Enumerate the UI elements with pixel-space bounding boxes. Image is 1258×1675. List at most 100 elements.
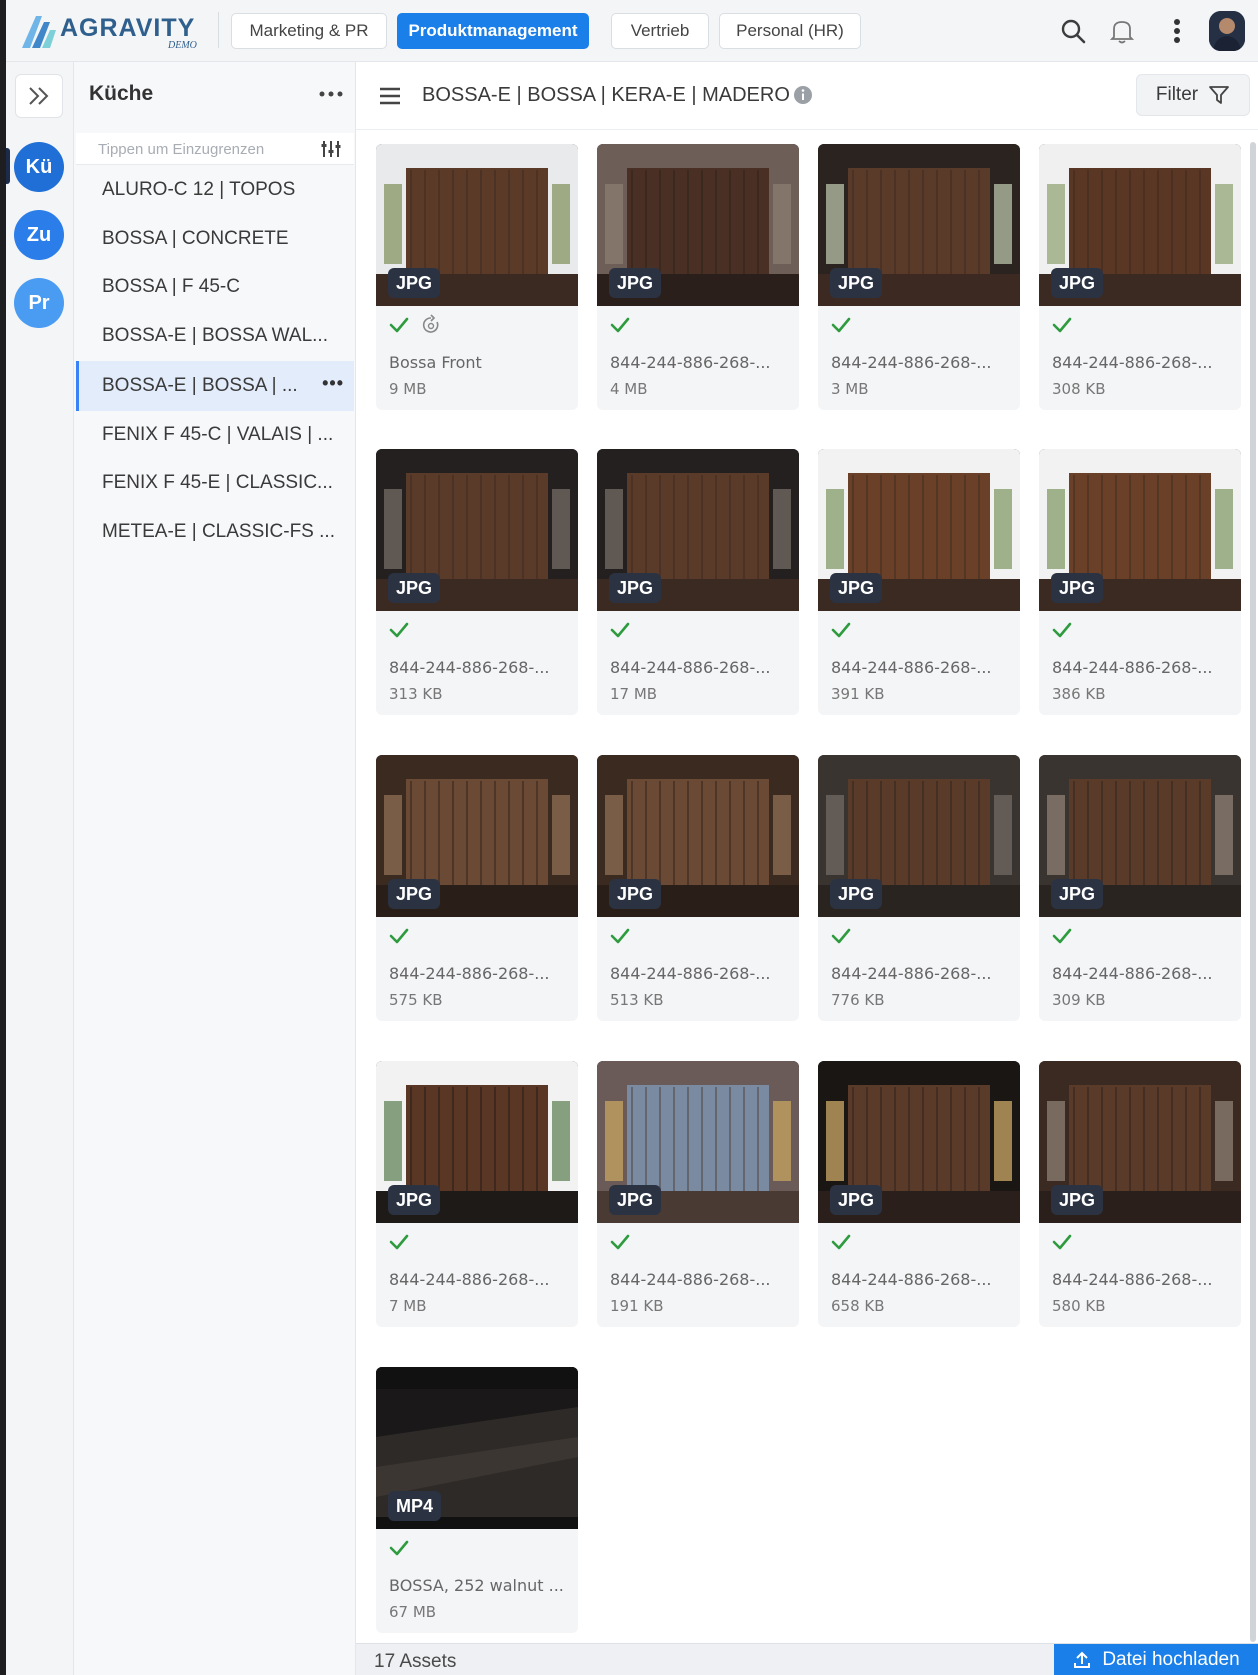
tab-vertrieb[interactable]: Vertrieb [611,13,709,49]
collection-item[interactable]: FENIX F 45-E | CLASSIC... [76,460,354,506]
collection-item[interactable]: BOSSA-E | BOSSA WAL... [76,313,354,359]
collection-filter-input[interactable] [76,133,316,165]
check-icon [388,1231,410,1253]
refresh-icon[interactable] [420,314,442,336]
asset-card[interactable]: JPG 844-244-886-268-... 513 KB [597,755,799,1021]
search-icon[interactable] [1056,14,1090,48]
collection-item[interactable]: FENIX F 45-C | VALAIS | ... [76,412,354,458]
collection-item[interactable]: ALURO-C 12 | TOPOS [76,167,354,213]
asset-grid: JPG Bossa Front 9 MB JPG 844-244-886-268-...… [356,130,1258,1675]
asset-thumbnail[interactable]: MP4 [376,1367,578,1529]
asset-thumbnail[interactable]: JPG [376,144,578,306]
kebab-menu-icon[interactable] [1166,14,1188,48]
check-icon [830,314,852,336]
asset-card[interactable]: MP4 BOSSA, 252 walnut ... 67 MB [376,1367,578,1633]
filter-button[interactable]: Filter [1136,74,1250,116]
collection-more-icon[interactable]: ••• [322,373,344,394]
workspace-kueche[interactable]: Kü [14,142,64,192]
asset-card[interactable]: JPG 844-244-886-268-... 309 KB [1039,755,1241,1021]
asset-thumbnail[interactable]: JPG [597,755,799,917]
asset-card[interactable]: JPG 844-244-886-268-... 658 KB [818,1061,1020,1327]
asset-card[interactable]: JPG 844-244-886-268-... 776 KB [818,755,1020,1021]
filter-label: Filter [1155,84,1199,105]
upload-button[interactable]: Datei hochladen [1054,1644,1258,1675]
asset-thumbnail[interactable]: JPG [376,449,578,611]
asset-thumbnail[interactable]: JPG [818,1061,1020,1223]
asset-thumbnail[interactable]: JPG [376,755,578,917]
asset-thumbnail[interactable]: JPG [1039,449,1241,611]
sliders-icon[interactable] [316,137,346,161]
file-type-badge: JPG [830,879,883,909]
info-icon[interactable] [792,84,814,106]
file-type-badge: JPG [388,268,441,298]
logo-text: AGRAVITY [60,14,196,42]
logo-mark-icon [22,16,56,48]
workspace-pr[interactable]: Pr [14,278,64,328]
asset-size: 776 KB [831,991,885,1009]
asset-card[interactable]: JPG 844-244-886-268-... 4 MB [597,144,799,410]
hamburger-menu-icon[interactable] [376,82,404,110]
asset-size: 3 MB [831,380,869,398]
file-type-badge: JPG [1051,268,1104,298]
panel-more-icon[interactable] [314,80,348,108]
upload-icon [1074,1651,1091,1668]
collection-item-label: BOSSA-E | BOSSA | ... [102,375,298,396]
user-avatar[interactable] [1209,11,1245,51]
asset-thumbnail[interactable]: JPG [818,755,1020,917]
top-bar: AGRAVITY DEMO Marketing & PR Produktmana… [6,0,1258,62]
check-icon [830,925,852,947]
tab-marketing-pr[interactable]: Marketing & PR [231,13,387,49]
asset-card[interactable]: JPG 844-244-886-268-... 391 KB [818,449,1020,715]
asset-card[interactable]: JPG 844-244-886-268-... 386 KB [1039,449,1241,715]
file-type-badge: JPG [830,1185,883,1215]
asset-card[interactable]: JPG 844-244-886-268-... 7 MB [376,1061,578,1327]
agravity-logo[interactable]: AGRAVITY DEMO [20,8,210,54]
asset-card[interactable]: JPG Bossa Front 9 MB [376,144,578,410]
asset-size: 513 KB [610,991,664,1009]
collection-item-selected[interactable]: BOSSA-E | BOSSA | ... ••• [76,361,354,411]
expand-sidebar-button[interactable] [15,74,63,118]
asset-thumbnail[interactable]: JPG [1039,144,1241,306]
collection-item[interactable]: BOSSA | CONCRETE [76,216,354,262]
asset-name: 844-244-886-268-... [831,658,992,677]
check-icon [830,619,852,641]
check-icon [388,314,410,336]
bell-icon[interactable] [1105,14,1139,48]
breadcrumb: BOSSA-E | BOSSA | KERA-E | MADERO [422,84,790,106]
tab-personal-hr[interactable]: Personal (HR) [719,13,861,49]
check-icon [1051,314,1073,336]
asset-thumbnail[interactable]: JPG [1039,1061,1241,1223]
workspace-zu[interactable]: Zu [14,210,64,260]
asset-thumbnail[interactable]: JPG [1039,755,1241,917]
collection-item[interactable]: METEA-E | CLASSIC-FS ... [76,509,354,555]
file-type-badge: JPG [388,879,441,909]
asset-name: 844-244-886-268-... [610,964,771,983]
collection-item[interactable]: BOSSA | F 45-C [76,264,354,310]
check-icon [1051,925,1073,947]
asset-size: 309 KB [1052,991,1106,1009]
asset-thumbnail[interactable]: JPG [818,144,1020,306]
asset-name: 844-244-886-268-... [1052,353,1213,372]
asset-thumbnail[interactable]: JPG [376,1061,578,1223]
tab-produktmanagement[interactable]: Produktmanagement [397,13,589,49]
asset-size: 191 KB [610,1297,664,1315]
asset-card[interactable]: JPG 844-244-886-268-... 313 KB [376,449,578,715]
asset-thumbnail[interactable]: JPG [818,449,1020,611]
asset-thumbnail[interactable]: JPG [597,144,799,306]
asset-card[interactable]: JPG 844-244-886-268-... 308 KB [1039,144,1241,410]
footer-bar: 17 Assets Datei hochladen [356,1643,1258,1675]
asset-card[interactable]: JPG 844-244-886-268-... 580 KB [1039,1061,1241,1327]
asset-card[interactable]: JPG 844-244-886-268-... 17 MB [597,449,799,715]
asset-card[interactable]: JPG 844-244-886-268-... 3 MB [818,144,1020,410]
check-icon [388,925,410,947]
main-header: BOSSA-E | BOSSA | KERA-E | MADERO Filter [356,62,1258,130]
check-icon [609,314,631,336]
asset-thumbnail[interactable]: JPG [597,1061,799,1223]
file-type-badge: JPG [609,879,662,909]
asset-card[interactable]: JPG 844-244-886-268-... 575 KB [376,755,578,1021]
asset-thumbnail[interactable]: JPG [597,449,799,611]
scrollbar[interactable] [1250,142,1256,1642]
asset-card[interactable]: JPG 844-244-886-268-... 191 KB [597,1061,799,1327]
asset-size: 4 MB [610,380,648,398]
asset-name: 844-244-886-268-... [610,353,771,372]
